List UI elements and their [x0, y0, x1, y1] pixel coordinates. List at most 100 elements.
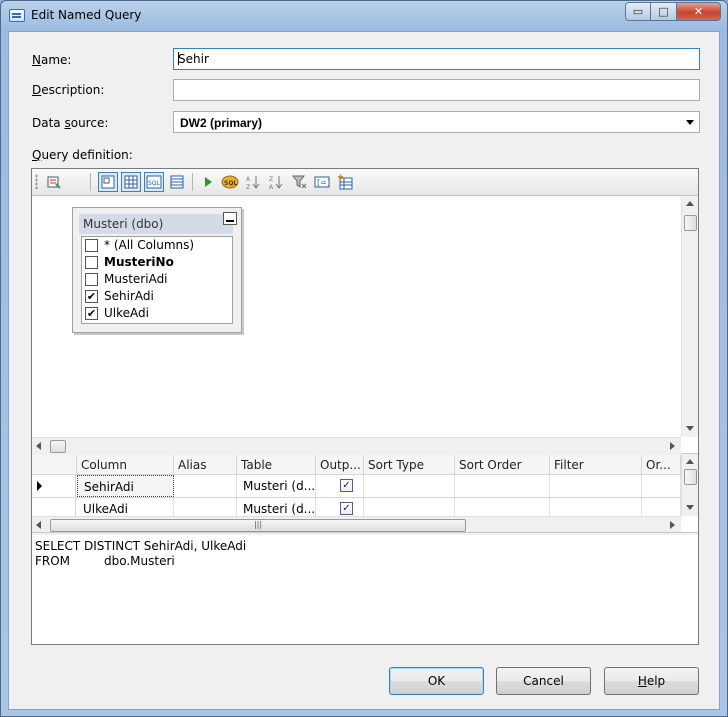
show-grid-pane-icon[interactable] — [121, 172, 141, 192]
svg-text:SQL: SQL — [224, 180, 237, 187]
scroll-thumb[interactable] — [684, 215, 697, 231]
minimize-icon: ▭ — [632, 5, 644, 18]
column-checkbox[interactable]: ✔ — [85, 307, 98, 320]
scroll-down-arrow-icon[interactable] — [686, 426, 694, 431]
diagram-pane[interactable]: Musteri (dbo) * (All Columns) MusteriNo … — [32, 197, 698, 454]
cancel-button[interactable]: Cancel — [496, 667, 591, 695]
grid-header-output[interactable]: Outp... — [316, 455, 364, 475]
sort-descending-icon[interactable]: ZA — [266, 172, 286, 192]
grid-cell-output[interactable]: ✓ — [316, 475, 364, 497]
add-table-icon[interactable] — [335, 172, 355, 192]
show-results-pane-icon[interactable] — [167, 172, 187, 192]
grid-cell-or[interactable] — [642, 475, 681, 497]
scroll-left-arrow-icon[interactable] — [36, 521, 41, 529]
grid-header-or[interactable]: Or... — [642, 455, 681, 475]
column-row[interactable]: MusteriNo — [82, 254, 232, 271]
minimize-button[interactable]: ▭ — [625, 2, 651, 21]
show-sql-pane-icon[interactable]: SQL — [144, 172, 164, 192]
grid-cell-table[interactable]: Musteri (d... — [237, 475, 316, 497]
generic-query-designer-icon[interactable] — [44, 172, 64, 192]
caption-buttons: ▭ □ ✕ — [625, 2, 721, 21]
svg-text:SQL: SQL — [148, 180, 161, 187]
criteria-grid-pane[interactable]: Column Alias Table Outp... Sort Type Sor… — [32, 455, 698, 533]
scroll-up-arrow-icon[interactable] — [686, 201, 694, 206]
column-row[interactable]: ✔ UlkeAdi — [82, 305, 232, 322]
column-row[interactable]: MusteriAdi — [82, 271, 232, 288]
table-row[interactable]: SehirAdi Musteri (d... ✓ — [32, 475, 681, 498]
help-button[interactable]: Help — [604, 667, 699, 695]
show-diagram-pane-icon[interactable] — [98, 172, 118, 192]
name-field-value: Sehir — [178, 52, 209, 66]
sort-ascending-icon[interactable]: AZ — [243, 172, 263, 192]
scroll-up-arrow-icon[interactable] — [686, 459, 694, 464]
svg-text:Z: Z — [269, 176, 273, 183]
sql-line: FROM dbo.Musteri — [35, 554, 175, 568]
remove-filter-icon[interactable] — [289, 172, 309, 192]
query-designer: SQL SQL AZ ZA [=] Musteri (dbo) * (All C… — [31, 168, 699, 645]
grid-header: Column Alias Table Outp... Sort Type Sor… — [32, 455, 681, 475]
table-widget-musteri[interactable]: Musteri (dbo) * (All Columns) MusteriNo … — [72, 207, 242, 333]
column-checkbox[interactable] — [85, 273, 98, 286]
output-checkbox[interactable]: ✓ — [340, 479, 353, 492]
grid-vertical-scrollbar[interactable] — [681, 455, 698, 516]
column-checkbox[interactable]: ✔ — [85, 290, 98, 303]
verify-sql-icon[interactable]: SQL — [220, 172, 240, 192]
use-group-by-icon[interactable]: [=] — [312, 172, 332, 192]
dropdown-arrow-icon[interactable] — [686, 120, 694, 125]
edit-named-query-window: Edit Named Query ▭ □ ✕ Name: Sehir Descr… — [0, 0, 728, 717]
grid-header-sort-type[interactable]: Sort Type — [364, 455, 455, 475]
column-checkbox[interactable] — [85, 239, 98, 252]
name-label: Name: — [32, 53, 72, 67]
scroll-down-arrow-icon[interactable] — [686, 505, 694, 510]
minimize-table-icon[interactable] — [223, 212, 237, 225]
title-bar[interactable]: Edit Named Query ▭ □ ✕ — [1, 1, 727, 31]
query-definition-label: Query definition: — [32, 148, 133, 162]
grid-cell-filter[interactable] — [550, 475, 642, 497]
scroll-thumb[interactable] — [50, 440, 66, 453]
close-icon: ✕ — [693, 5, 704, 18]
grid-header-sort-order[interactable]: Sort Order — [455, 455, 550, 475]
data-source-label: Data source: — [32, 116, 109, 130]
table-widget-title[interactable]: Musteri (dbo) — [79, 214, 233, 234]
diagram-horizontal-scrollbar[interactable] — [32, 437, 681, 454]
scroll-thumb[interactable] — [684, 469, 697, 485]
name-field[interactable]: Sehir — [173, 48, 700, 70]
table-column-list: * (All Columns) MusteriNo MusteriAdi ✔ Se… — [81, 236, 233, 324]
description-label: Description: — [32, 83, 105, 97]
scroll-right-arrow-icon[interactable] — [670, 442, 675, 450]
grid-header-table[interactable]: Table — [237, 455, 316, 475]
row-selector-current-icon[interactable] — [32, 475, 76, 497]
diagram-vertical-scrollbar[interactable] — [681, 197, 698, 437]
grid-header-alias[interactable]: Alias — [174, 455, 237, 475]
grid-header-filter[interactable]: Filter — [550, 455, 642, 475]
grid-cell-sort-order[interactable] — [455, 475, 550, 497]
dialog-client-area: Name: Sehir Description: Data source: DW… — [8, 31, 720, 710]
scroll-left-arrow-icon[interactable] — [36, 442, 41, 450]
column-checkbox[interactable] — [85, 256, 98, 269]
scroll-thumb[interactable]: ||| — [50, 519, 466, 532]
run-icon[interactable] — [198, 172, 218, 192]
scroll-right-arrow-icon[interactable] — [670, 521, 675, 529]
query-toolbar: SQL SQL AZ ZA [=] — [32, 169, 698, 196]
data-source-value: DW2 (primary) — [180, 116, 263, 130]
grid-cell-column[interactable]: SehirAdi — [77, 475, 174, 497]
description-field[interactable] — [173, 79, 700, 101]
maximize-icon: □ — [658, 5, 669, 18]
grid-header-column[interactable]: Column — [77, 455, 174, 475]
svg-text:A: A — [246, 176, 251, 183]
data-source-select[interactable]: DW2 (primary) — [173, 111, 700, 133]
grid-cell-sort-type[interactable] — [364, 475, 455, 497]
ok-button[interactable]: OK — [389, 667, 484, 695]
sql-pane[interactable]: SELECT DISTINCT SehirAdi, UlkeAdi FROM db… — [32, 535, 698, 644]
grid-cell-alias[interactable] — [174, 475, 237, 497]
sql-line: SELECT DISTINCT SehirAdi, UlkeAdi — [35, 539, 247, 553]
column-row[interactable]: ✔ SehirAdi — [82, 288, 232, 305]
grid-horizontal-scrollbar[interactable]: ||| — [32, 516, 681, 532]
output-checkbox[interactable]: ✓ — [340, 502, 353, 515]
named-query-icon — [9, 9, 25, 22]
window-title: Edit Named Query — [31, 8, 142, 22]
close-button[interactable]: ✕ — [677, 2, 721, 21]
toolbar-grip[interactable] — [35, 174, 38, 190]
column-row[interactable]: * (All Columns) — [82, 237, 232, 254]
maximize-button[interactable]: □ — [651, 2, 677, 21]
